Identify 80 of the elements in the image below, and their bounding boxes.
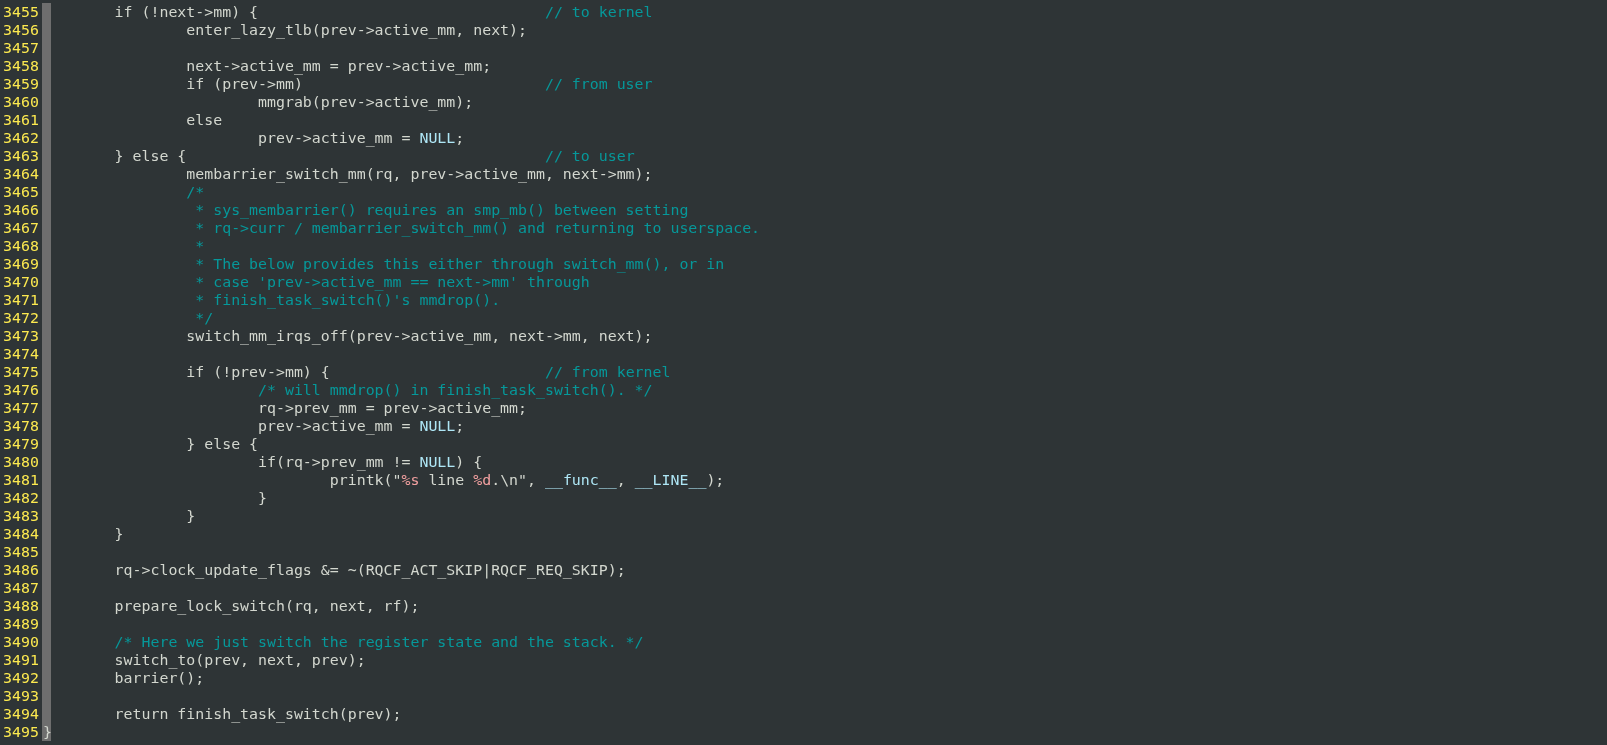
line-number: 3494 [2,705,39,723]
code-comment: // to kernel [544,3,653,21]
code-line: enter_lazy_tlb(prev->active_mm, next); [186,21,527,39]
code-comment: */ [195,309,214,327]
line-number: 3460 [2,93,39,111]
line-number: 3489 [2,615,39,633]
line-number: 3470 [2,273,39,291]
line-number: 3466 [2,201,39,219]
line-number: 3468 [2,237,39,255]
code-comment: * sys_membarrier() requires an smp_mb() between setting [195,201,689,219]
code-line: barrier(); [114,669,205,687]
line-number: 3484 [2,525,39,543]
code-line: if (prev->mm) [186,75,303,93]
code-line: } [186,507,196,525]
code-line: return finish_task_switch(prev); [114,705,402,723]
line-number: 3487 [2,579,39,597]
line-number: 3477 [2,399,39,417]
line-number: 3493 [2,687,39,705]
code-line: next->active_mm = prev->active_mm; [186,57,492,75]
code-comment: * [195,237,205,255]
line-number: 3481 [2,471,39,489]
line-number: 3475 [2,363,39,381]
line-number: 3491 [2,651,39,669]
line-number: 3476 [2,381,39,399]
code-line: switch_to(prev, next, prev); [114,651,366,669]
line-number: 3480 [2,453,39,471]
line-number: 3463 [2,147,39,165]
line-number: 3467 [2,219,39,237]
line-number: 3465 [2,183,39,201]
line-number: 3473 [2,327,39,345]
code-line: mmgrab(prev->active_mm); [258,93,474,111]
code-line: switch_mm_irqs_off(prev->active_mm, next->mm, next); [186,327,653,345]
line-number: 3459 [2,75,39,93]
line-number: 3479 [2,435,39,453]
code-line: } [114,525,124,543]
code-line: prev->active_mm = NULL; [258,417,465,435]
code-line: } else { [186,435,259,453]
line-number: 3469 [2,255,39,273]
code-comment: * case 'prev->active_mm == next->mm' through [195,273,590,291]
code-line: if (!prev->mm) { [186,363,330,381]
code-line: rq->clock_update_flags &= ~(RQCF_ACT_SKIP|RQCF_REQ_SKIP); [114,561,626,579]
line-number: 3492 [2,669,39,687]
code-line: if(rq->prev_mm != NULL) { [258,453,483,471]
line-number: 3486 [2,561,39,579]
code-comment: /* will mmdrop() in finish_task_switch(). */ [258,381,653,399]
line-number: 3483 [2,507,39,525]
line-number: 3490 [2,633,39,651]
code-line: printk("%s line %d.\n", __func__, __LINE__); [329,471,725,489]
line-number: 3485 [2,543,39,561]
code-comment: /* [186,183,205,201]
line-number: 3461 [2,111,39,129]
code-line: prepare_lock_switch(rq, next, rf); [114,597,420,615]
line-number: 3495 [2,723,39,741]
line-number: 3488 [2,597,39,615]
code-comment: // from user [544,75,653,93]
line-number: 3455 [2,3,39,21]
line-number: 3464 [2,165,39,183]
line-number: 3458 [2,57,39,75]
code-comment: /* Here we just switch the register state and the stack. */ [114,633,644,651]
code-comment: // to user [544,147,635,165]
code-comment: // from kernel [544,363,671,381]
code-line: rq->prev_mm = prev->active_mm; [258,399,527,417]
code-comment: * rq->curr / membarrier_switch_mm() and returning to userspace. [195,219,761,237]
code-line: } [42,723,52,741]
line-number: 3472 [2,309,39,327]
code-comment: * finish_task_switch()'s mmdrop(). [195,291,501,309]
code-line: } [258,489,267,507]
code-comment: * The below provides this either through switch_mm(), or in [195,255,725,273]
code-line: if (!next->mm) { [114,3,259,21]
code-line: prev->active_mm = NULL; [258,129,465,147]
line-number: 3478 [2,417,39,435]
line-number: 3462 [2,129,39,147]
code-line: } else { [114,147,187,165]
code-line: else [186,111,223,129]
code-line: membarrier_switch_mm(rq, prev->active_mm, next->mm); [186,165,653,183]
line-number: 3457 [2,39,39,57]
line-number: 3456 [2,21,39,39]
line-number: 3482 [2,489,39,507]
line-number: 3471 [2,291,39,309]
line-number: 3474 [2,345,39,363]
